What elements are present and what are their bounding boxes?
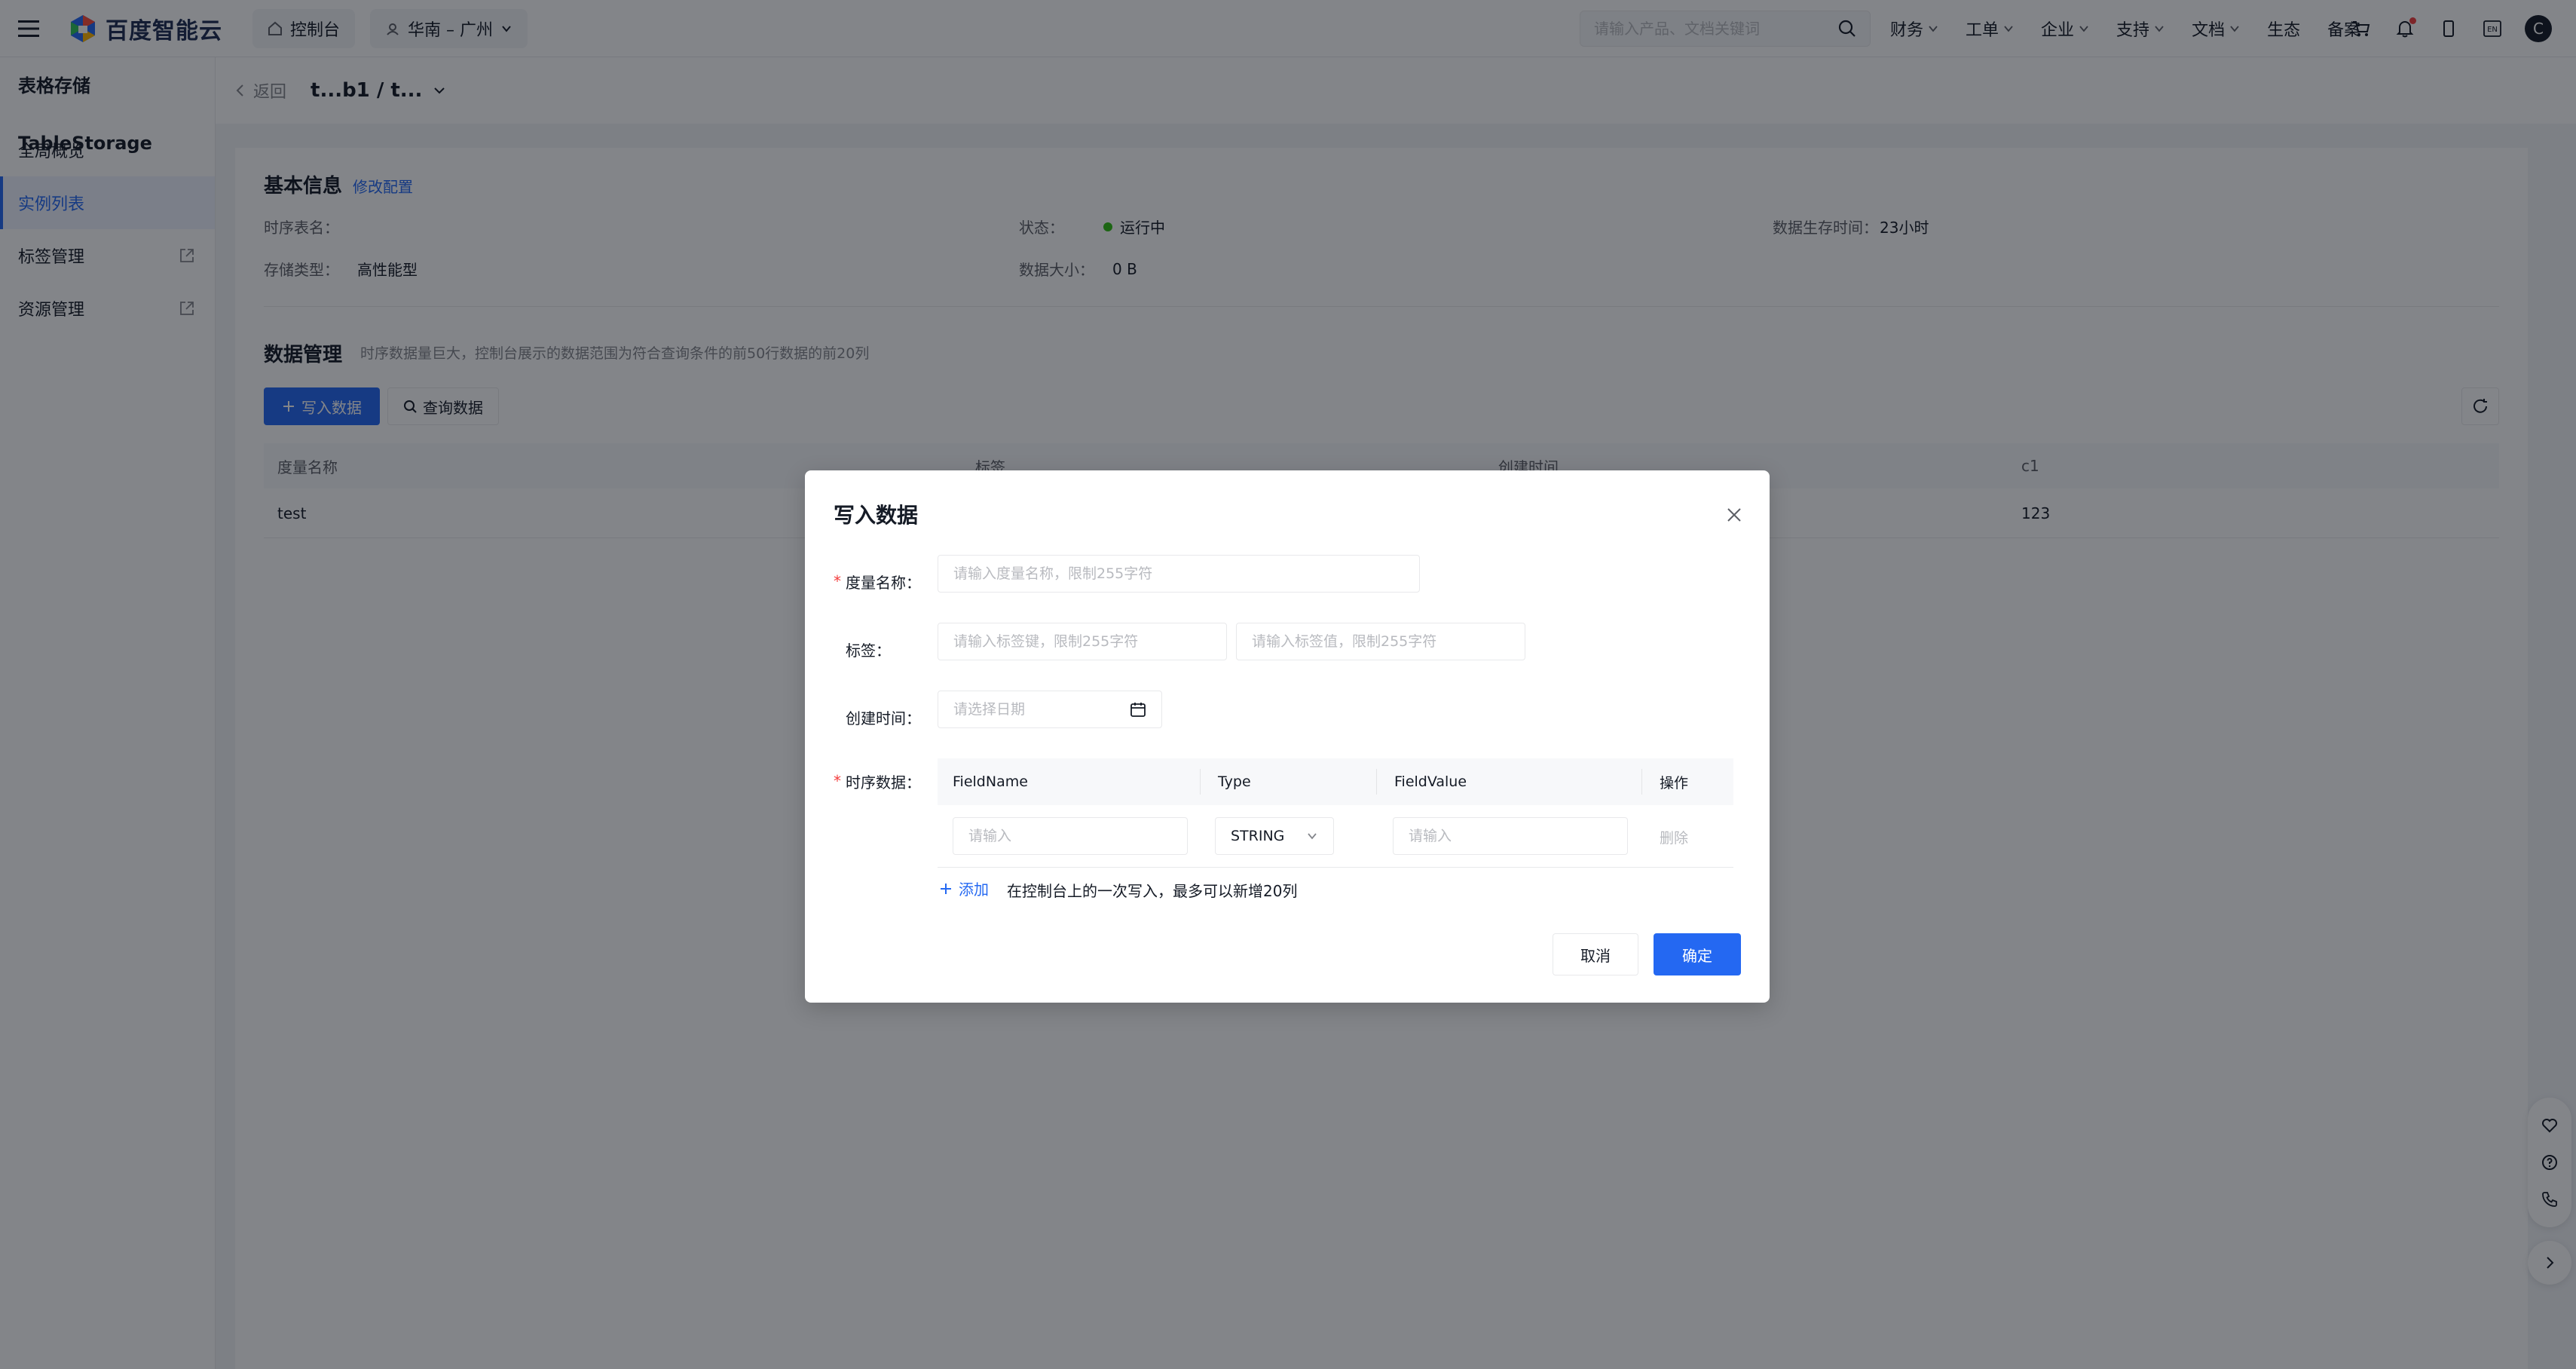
tag-value-input[interactable] — [1252, 633, 1510, 650]
column-header: FieldName — [953, 773, 1028, 790]
type-value: STRING — [1231, 828, 1285, 844]
field-name-cell[interactable] — [953, 817, 1188, 855]
column-header: 操作 — [1660, 774, 1689, 792]
calendar-icon — [1130, 703, 1146, 717]
write-data-dialog: 写入数据 *度量名称： 标签： 创建时间： *时序数据： FieldName T… — [805, 470, 1770, 1003]
type-select[interactable]: STRING — [1215, 817, 1334, 855]
tag-label: 标签： — [846, 641, 891, 660]
field-grid-header: FieldName Type FieldValue 操作 — [938, 758, 1733, 805]
field-name-input[interactable] — [968, 828, 1172, 844]
field-value-cell[interactable] — [1393, 817, 1628, 855]
required-mark: * — [834, 572, 841, 590]
tag-value-field[interactable] — [1236, 623, 1525, 660]
date-input[interactable] — [953, 701, 1104, 718]
time-label: 创建时间： — [846, 709, 921, 727]
column-header: FieldValue — [1394, 773, 1467, 790]
add-field-button[interactable]: 添加 — [939, 877, 989, 899]
close-icon[interactable] — [1723, 504, 1745, 526]
ts-label: * 时序数据： — [834, 772, 921, 792]
row-divider — [938, 867, 1733, 868]
metric-label: * 度量名称： — [834, 572, 921, 592]
field-value-input[interactable] — [1409, 828, 1612, 844]
chevron-down-icon — [1308, 833, 1317, 840]
cancel-button[interactable]: 取消 — [1553, 933, 1638, 975]
metric-name-field[interactable] — [938, 555, 1420, 593]
delete-row-button[interactable]: 删除 — [1660, 827, 1688, 847]
tag-key-input[interactable] — [953, 633, 1211, 650]
required-mark: * — [834, 772, 841, 790]
date-picker[interactable] — [938, 691, 1162, 728]
dialog-title: 写入数据 — [834, 503, 919, 528]
metric-name-input[interactable] — [953, 565, 1404, 582]
confirm-button[interactable]: 确定 — [1654, 933, 1741, 975]
plus-icon — [941, 883, 951, 894]
column-header: Type — [1218, 773, 1251, 790]
add-hint: 在控制台上的一次写入，最多可以新增20列 — [1007, 882, 1298, 900]
tag-key-field[interactable] — [938, 623, 1227, 660]
